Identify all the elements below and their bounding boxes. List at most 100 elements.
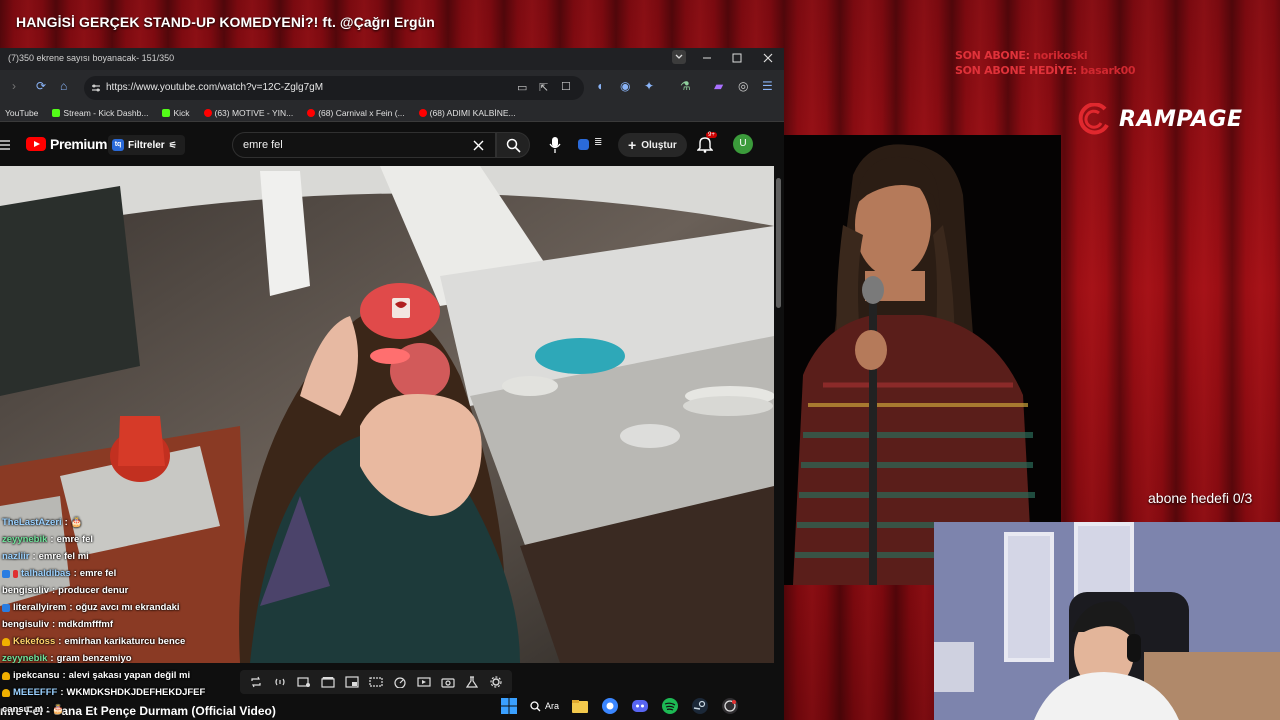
rampage-wordmark: RAMPAGE [1119,106,1243,132]
microphone-icon[interactable] [548,136,562,154]
browser-app-icon[interactable] [601,697,619,715]
chat-message: MEEEFFF: WKMDKSHDKJDEFHEKDJFEF [2,684,302,701]
home-icon[interactable]: ⌂ [60,79,67,93]
comedian-photo [783,135,1061,585]
chat-username: cansu_m [2,704,44,715]
last-gift-label: SON ABONE HEDİYE: [955,64,1077,77]
bell-icon[interactable] [697,136,713,153]
steam-icon[interactable] [691,697,709,715]
account-avatar[interactable]: U [733,134,753,154]
search-input[interactable]: emre fel [243,139,283,151]
bookmark-item[interactable]: (68) Carnival x Fein (... [307,108,405,118]
chat-overlay: TheLastAzeri: 🎂 zeyynebik: emre fel nazlii… [2,514,302,718]
tab-search-button[interactable] [670,50,688,68]
clapper-icon[interactable] [320,674,336,690]
obs-icon[interactable] [721,697,739,715]
share-icon[interactable]: ⇱ [539,81,548,94]
chat-username: bengisuliv [2,585,49,596]
chat-text: emre fel [79,568,117,579]
extension-tq-icon[interactable]: ◉ [620,79,630,93]
bookmark-icon[interactable]: ☐ [561,80,571,93]
file-explorer-icon[interactable] [571,697,589,715]
chat-username: nazliir [2,551,30,562]
notification-count: 9+ [706,132,717,138]
youtube-play-icon [26,137,46,151]
url-text: https://www.youtube.com/watch?v=12C-Zglg… [106,82,324,93]
bookmark-label: (63) MOTIVE - YIN... [214,107,294,118]
extensions-puzzle-icon[interactable]: ✦ [644,79,654,93]
site-settings-icon[interactable] [90,82,102,94]
chat-username: MEEEFFF [13,687,58,698]
search-box[interactable]: emre fel [232,132,496,158]
screenshot-camera-icon[interactable] [440,674,456,690]
labs-flask-icon[interactable]: ⚗ [680,79,691,93]
search-icon [530,700,541,711]
spotify-icon[interactable] [661,697,679,715]
cast-icon[interactable]: ▭ [517,81,527,94]
last-gift-value: basark00 [1080,64,1136,77]
chat-username: literallyirem [13,602,67,613]
webcam-illustration [934,522,1280,720]
last-gift-row: SON ABONE HEDİYE: basark00 [955,63,1136,78]
chat-message: literallyirem: oğuz avcı mı ekrandaki [2,599,302,616]
page-scrollbar[interactable] [776,178,781,308]
address-row: › ⟳ ⌂ https://www.youtube.com/watch?v=12… [0,70,784,104]
youtube-logo[interactable]: Premium TR [26,136,119,152]
chat-text: alevi şakası yapan değil mi [68,670,191,681]
settings-gear-icon[interactable] [488,674,504,690]
extension-twitch-icon[interactable]: ▰ [714,79,723,93]
reload-icon[interactable]: ⟳ [36,79,46,93]
chat-text: WKMDKSHDKJDEFHEKDJFEF [66,687,206,698]
tq-extension-icon[interactable] [578,139,589,150]
youtube-logo-text: Premium [50,136,108,152]
taskbar-search[interactable]: Ara [530,700,559,712]
last-sub-row: SON ABONE: norikoski [955,48,1135,63]
hamburger-menu-icon[interactable] [0,139,10,151]
bookmark-favicon-icon [307,108,316,117]
discord-icon[interactable] [631,697,649,715]
rampage-mark-icon [1078,103,1109,135]
chat-username: zeyynebik [2,534,48,545]
last-sub-label: SON ABONE: [955,49,1030,62]
pip-icon[interactable] [344,674,360,690]
filters-button[interactable]: tq Filtreler ⚟ [108,135,185,155]
bookmark-item[interactable]: YouTube [2,108,38,118]
search-button[interactable] [496,132,530,158]
address-bar[interactable]: https://www.youtube.com/watch?v=12C-Zglg… [84,76,584,100]
bookmark-item[interactable]: (68) ADIMI KALBİNE... [418,108,516,118]
chat-username: bengisuliv [2,619,49,630]
close-window-button[interactable] [759,50,777,68]
chat-badge-icon [2,569,10,578]
rampage-logo: RAMPAGE [1075,103,1243,135]
clear-search-icon[interactable] [473,140,484,151]
forward-icon[interactable]: › [12,79,16,93]
windows-start-icon[interactable] [500,697,518,715]
chat-message: nazliir: emre fel mi [2,548,302,565]
minimize-button[interactable] [698,50,716,68]
stream-overlay: HANGİSİ GERÇEK STAND-UP KOMEDYENİ?! ft. … [0,0,1280,720]
maximize-icon [732,53,742,63]
minimize-icon [703,57,711,59]
chat-badge-icon [2,688,10,697]
chat-message: Kekefoss: emirhan karikaturcu bence [2,633,302,650]
bookmark-label: YouTube [5,107,39,118]
menu-icon[interactable]: ☰ [762,79,773,93]
extension-audio-icon[interactable]: ◖ [596,79,603,93]
bookmark-item[interactable]: (63) MOTIVE - YIN... [203,107,294,118]
webcam-feed [934,522,1280,720]
theater-mode-icon[interactable] [368,674,384,690]
queue-icon[interactable]: ≣ [594,137,602,148]
browser-tab-title[interactable]: (7)350 ekrene sayısı boyanacak- 151/350 [8,53,608,63]
bookmark-item[interactable]: Kick [162,108,190,118]
create-button[interactable]: + Oluştur [618,133,687,157]
chat-username: zeyynebik [2,653,48,664]
maximize-button[interactable] [728,50,746,68]
chat-message: zeyynebik: emre fel [2,531,302,548]
profile-icon[interactable]: ◎ [738,79,748,93]
speed-gauge-icon[interactable] [392,674,408,690]
close-icon [763,53,773,63]
bookmarks-bar: YouTube Stream - Kick Dashb... Kick (63)… [0,104,784,122]
frame-step-icon[interactable] [416,674,432,690]
flask-icon[interactable] [464,674,480,690]
bookmark-item[interactable]: Stream - Kick Dashb... [52,108,148,118]
